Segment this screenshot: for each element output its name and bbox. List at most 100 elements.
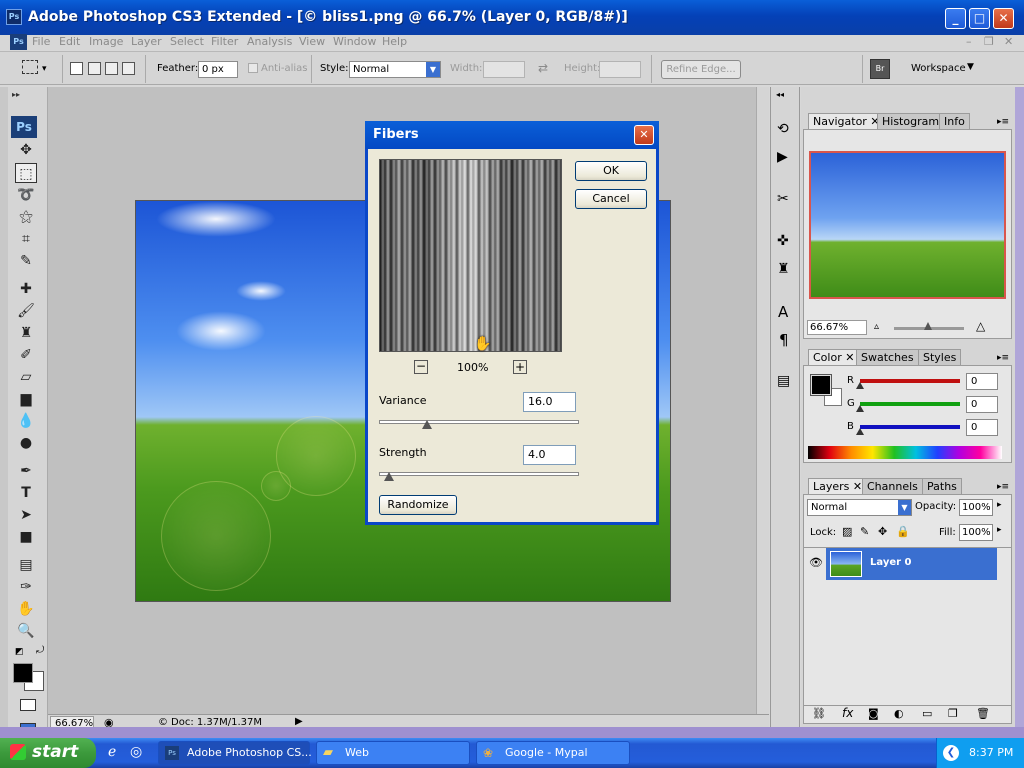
tab-layers[interactable]: Layers ✕: [808, 478, 868, 494]
marquee-tool-icon[interactable]: ⬚: [15, 163, 37, 183]
brushes-panel-icon[interactable]: ✜: [777, 233, 789, 249]
tab-swatches[interactable]: Swatches: [856, 349, 919, 365]
tab-navigator[interactable]: Navigator ✕: [808, 113, 885, 129]
subtract-selection-icon[interactable]: [105, 62, 118, 75]
zoom-out-icon[interactable]: −: [414, 360, 428, 374]
add-mask-icon[interactable]: ◙: [868, 707, 879, 720]
minimize-button[interactable]: _: [945, 8, 966, 29]
paragraph-panel-icon[interactable]: ¶: [779, 331, 789, 349]
quick-mask-icon[interactable]: [20, 699, 36, 711]
lock-transparency-icon[interactable]: ▨: [842, 525, 852, 538]
b-thumb[interactable]: [856, 428, 864, 435]
history-brush-tool-icon[interactable]: ✐: [15, 345, 37, 365]
new-layer-icon[interactable]: ❐: [948, 707, 958, 720]
tab-color[interactable]: Color ✕: [808, 349, 860, 365]
opacity-arrow-icon[interactable]: ▸: [997, 500, 1002, 510]
character-panel-icon[interactable]: A: [778, 303, 788, 321]
move-tool-icon[interactable]: ✥: [15, 140, 37, 160]
blur-tool-icon[interactable]: 💧: [15, 411, 37, 431]
variance-slider-thumb[interactable]: [421, 420, 432, 429]
menu-image[interactable]: Image: [89, 35, 123, 48]
shape-tool-icon[interactable]: ■: [15, 527, 37, 547]
vertical-scrollbar[interactable]: [756, 87, 769, 714]
zoom-in-icon[interactable]: +: [513, 360, 527, 374]
menu-filter[interactable]: Filter: [211, 35, 238, 48]
tab-paths[interactable]: Paths: [922, 478, 962, 494]
menu-analysis[interactable]: Analysis: [247, 35, 292, 48]
panel-menu-icon[interactable]: ▸≡: [997, 482, 1009, 492]
status-menu-arrow-icon[interactable]: ▶: [295, 716, 303, 727]
add-selection-icon[interactable]: [88, 62, 101, 75]
fill-input[interactable]: 100%: [959, 524, 993, 541]
b-input[interactable]: 0: [966, 419, 998, 436]
trash-icon[interactable]: 🗑: [976, 707, 990, 720]
chevron-down-icon[interactable]: ▼: [967, 62, 974, 72]
g-thumb[interactable]: [856, 405, 864, 412]
refine-edge-button[interactable]: Refine Edge...: [661, 60, 741, 79]
browser-icon[interactable]: ◎: [130, 744, 142, 760]
bridge-icon[interactable]: Br: [870, 59, 890, 79]
close-button[interactable]: ✕: [993, 8, 1014, 29]
doc-minimize-icon[interactable]: –: [966, 35, 972, 48]
panel-menu-icon[interactable]: ▸≡: [997, 353, 1009, 363]
style-select[interactable]: Normal ▼: [349, 61, 441, 78]
intersect-selection-icon[interactable]: [122, 62, 135, 75]
collapse-arrows-icon[interactable]: ◂◂: [776, 90, 784, 99]
menu-view[interactable]: View: [299, 35, 325, 48]
pen-tool-icon[interactable]: ✒: [15, 461, 37, 481]
layer-style-icon[interactable]: fx: [842, 706, 853, 720]
height-input[interactable]: [599, 61, 641, 78]
maximize-button[interactable]: □: [969, 8, 990, 29]
expand-arrows-icon[interactable]: ▸▸: [12, 90, 20, 99]
opacity-input[interactable]: 100%: [959, 499, 993, 516]
zoom-out-mountain-icon[interactable]: ▵: [874, 321, 879, 332]
fibers-preview[interactable]: ✋: [379, 159, 562, 352]
workspace-button[interactable]: Workspace: [911, 62, 966, 76]
navigator-zoom-thumb[interactable]: [924, 322, 932, 330]
swap-icon[interactable]: ⇄: [538, 61, 548, 75]
antialias-checkbox[interactable]: [248, 63, 258, 73]
new-selection-icon[interactable]: [70, 62, 83, 75]
type-tool-icon[interactable]: T: [15, 483, 37, 503]
tab-channels[interactable]: Channels: [862, 478, 923, 494]
eraser-tool-icon[interactable]: ▱: [15, 367, 37, 387]
tab-info[interactable]: Info: [939, 113, 970, 129]
strength-slider-track[interactable]: [379, 472, 579, 476]
taskbar-item-mypal[interactable]: ❀ Google - Mypal: [476, 741, 630, 765]
link-layers-icon[interactable]: ⛓: [812, 707, 826, 720]
photoshop-icon[interactable]: Ps: [10, 34, 27, 50]
dodge-tool-icon[interactable]: ●: [15, 433, 37, 453]
r-thumb[interactable]: [856, 382, 864, 389]
randomize-button[interactable]: Randomize: [379, 495, 457, 515]
color-spectrum-bar[interactable]: [808, 446, 1002, 459]
clone-stamp-tool-icon[interactable]: ♜: [15, 323, 37, 343]
zoom-tool-icon[interactable]: 🔍: [15, 621, 37, 641]
menu-edit[interactable]: Edit: [59, 35, 80, 48]
start-button[interactable]: start: [0, 738, 96, 768]
panel-menu-icon[interactable]: ▸≡: [997, 117, 1009, 127]
navigator-zoom-field[interactable]: 66.67%: [807, 320, 867, 335]
default-colors-icon[interactable]: ◩: [15, 647, 24, 657]
doc-restore-icon[interactable]: ❐: [984, 35, 994, 48]
g-slider[interactable]: [860, 402, 960, 406]
gradient-tool-icon[interactable]: ▆: [15, 389, 37, 409]
layer-comps-icon[interactable]: ▤: [777, 373, 790, 389]
history-panel-icon[interactable]: ⟲: [777, 121, 789, 137]
lock-position-icon[interactable]: ✥: [878, 525, 887, 538]
fill-arrow-icon[interactable]: ▸: [997, 525, 1002, 535]
taskbar-item-web[interactable]: ▰ Web: [316, 741, 470, 765]
layer-row[interactable]: Layer 0: [826, 548, 997, 580]
adjustment-layer-icon[interactable]: ◐: [894, 707, 904, 720]
lock-all-icon[interactable]: 🔒: [896, 525, 910, 538]
menu-window[interactable]: Window: [333, 35, 376, 48]
ie-icon[interactable]: ℯ: [108, 744, 116, 760]
hand-tool-icon[interactable]: ✋: [15, 599, 37, 619]
strength-input[interactable]: 4.0: [523, 445, 576, 465]
tab-styles[interactable]: Styles: [918, 349, 962, 365]
marquee-tool-icon[interactable]: [22, 60, 38, 74]
healing-brush-tool-icon[interactable]: ✚: [15, 279, 37, 299]
path-selection-tool-icon[interactable]: ➤: [15, 505, 37, 525]
brush-tool-icon[interactable]: 🖌: [15, 301, 37, 321]
r-slider[interactable]: [860, 379, 960, 383]
slice-tool-icon[interactable]: ✎: [15, 251, 37, 271]
